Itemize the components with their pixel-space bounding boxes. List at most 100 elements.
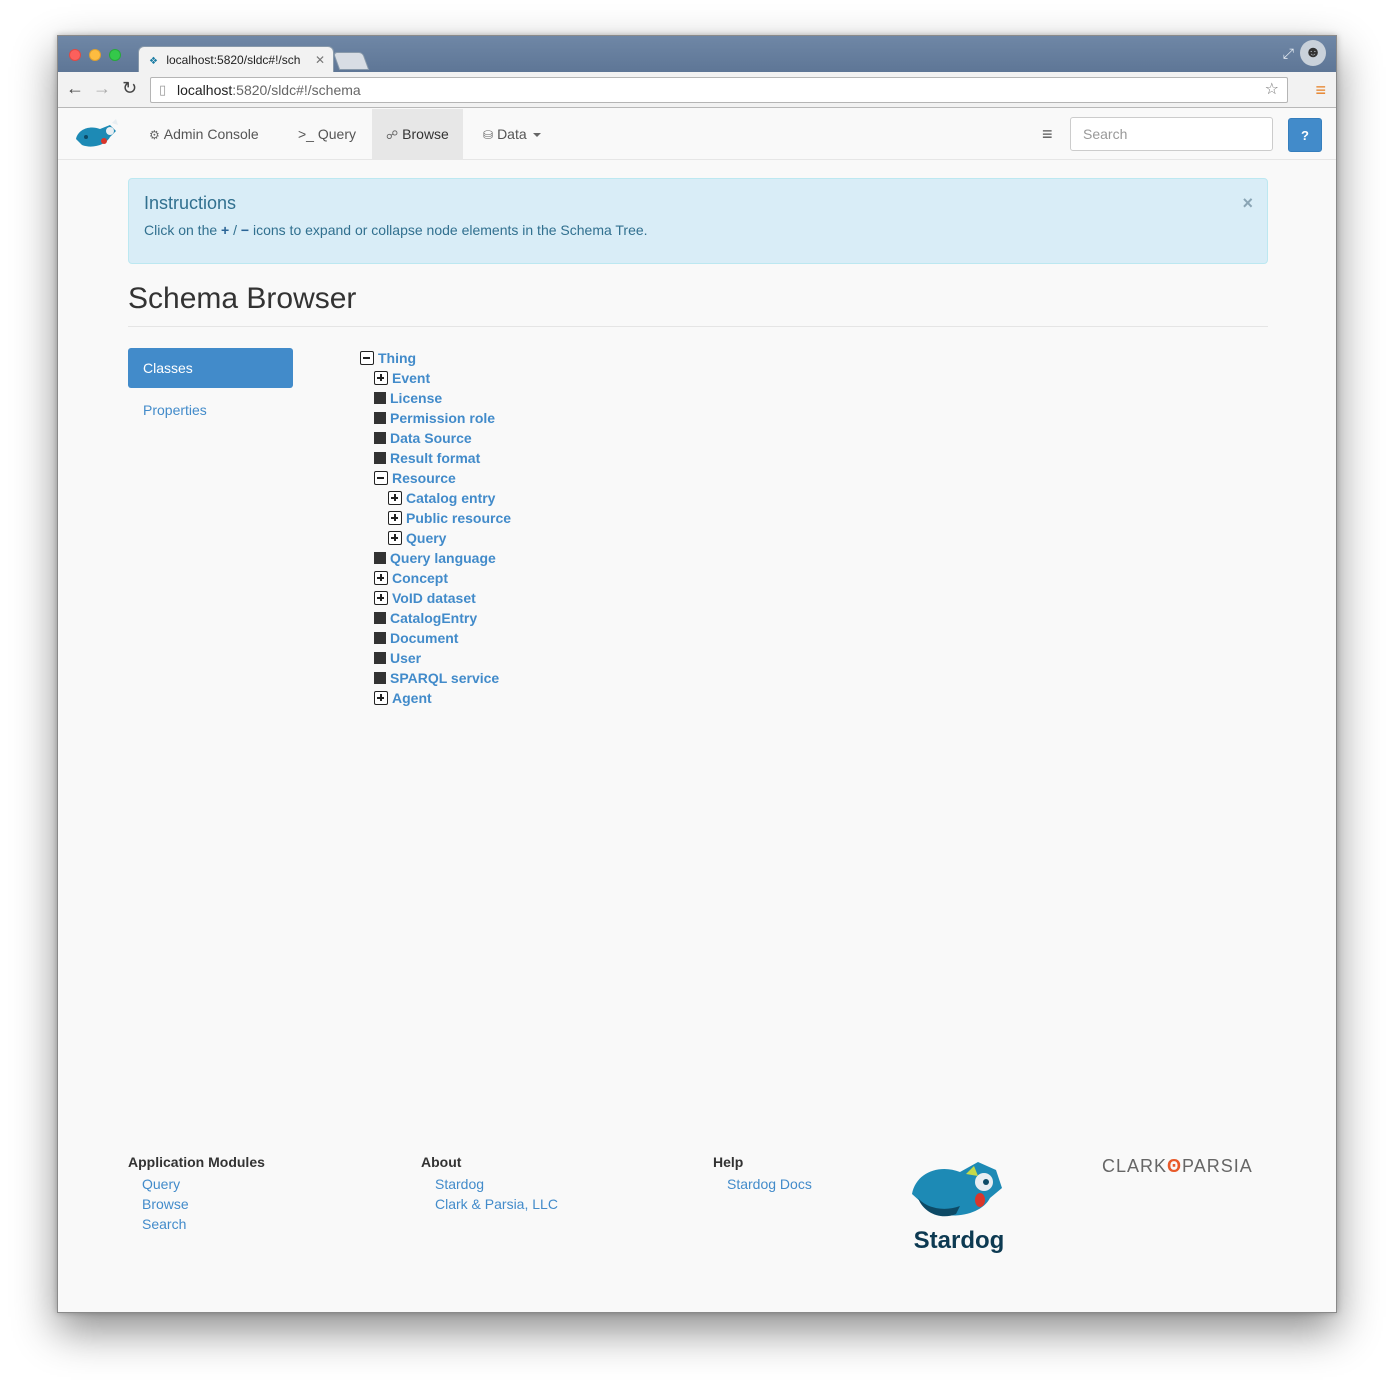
collapse-minus-icon[interactable] (374, 471, 388, 486)
tree-node: User (374, 648, 421, 668)
url-host: localhost (177, 82, 233, 98)
tree-node-label[interactable]: Catalog entry (406, 490, 495, 506)
footer-link-stardog-docs[interactable]: Stardog Docs (713, 1174, 812, 1194)
expand-plus-icon[interactable] (374, 371, 388, 386)
stardog-brand-logo[interactable] (72, 117, 120, 153)
minimize-window-button[interactable] (89, 49, 101, 61)
tree-node: Query (388, 528, 446, 548)
clark-text: CLARK (1102, 1156, 1168, 1176)
leaf-square-icon (374, 452, 386, 465)
collapse-minus-icon[interactable] (360, 351, 374, 366)
reload-icon[interactable]: ↻ (122, 78, 137, 99)
nav-admin-console[interactable]: ⚙ Admin Console (135, 109, 273, 160)
tree-node-label[interactable]: License (390, 390, 442, 406)
footer-link-query[interactable]: Query (128, 1174, 265, 1194)
tree-node-label[interactable]: Resource (392, 470, 456, 486)
tree-node-label[interactable]: Public resource (406, 510, 511, 526)
footer-link-search[interactable]: Search (128, 1214, 265, 1234)
tree-node: CatalogEntry (374, 608, 477, 628)
expand-plus-icon[interactable] (374, 571, 388, 586)
tree-node: Query language (374, 548, 496, 568)
parsia-text: PARSIA (1182, 1156, 1253, 1176)
tree-node: Document (374, 628, 458, 648)
tree-node-label[interactable]: VoID dataset (392, 590, 476, 606)
browser-tab[interactable]: ❖ localhost:5820/sldc#!/sch ✕ (138, 46, 334, 72)
fullscreen-icon[interactable]: ⤢ (1283, 45, 1294, 62)
page-icon: ▯ (159, 82, 167, 97)
tree-node: Data Source (374, 428, 472, 448)
tree-node-label[interactable]: Query language (390, 550, 496, 566)
tree-node-label[interactable]: Document (390, 630, 458, 646)
address-bar[interactable]: ▯ localhost:5820/sldc#!/schema ☆ (150, 77, 1288, 103)
stardog-favicon-icon: ❖ (149, 56, 158, 67)
footer-link-clark-parsia[interactable]: Clark & Parsia, LLC (421, 1194, 558, 1214)
tree-node-label[interactable]: SPARQL service (390, 670, 499, 686)
expand-plus-icon[interactable] (388, 511, 402, 526)
back-arrow-icon[interactable]: ← (66, 78, 84, 99)
footer-help-heading: Help (713, 1154, 744, 1170)
footer-modules-heading: Application Modules (128, 1154, 265, 1170)
nav-admin-console-label: Admin Console (163, 126, 259, 142)
tree-node-label[interactable]: Query (406, 530, 446, 546)
leaf-square-icon (374, 412, 386, 425)
nav-query[interactable]: >_ Query (284, 109, 370, 160)
zoom-window-button[interactable] (109, 49, 121, 61)
chevron-down-icon (532, 133, 541, 138)
leaf-square-icon (374, 612, 386, 625)
nav-browse[interactable]: ☍ Browse (372, 109, 463, 160)
nav-query-label: >_ Query (298, 126, 356, 142)
bookmark-star-icon[interactable]: ☆ (1265, 78, 1279, 102)
close-tab-icon[interactable]: ✕ (315, 47, 325, 72)
tree-node-label[interactable]: Permission role (390, 410, 495, 426)
new-tab-button[interactable] (332, 52, 370, 70)
cogs-icon: ⚙ (149, 128, 160, 142)
footer-link-stardog[interactable]: Stardog (421, 1174, 558, 1194)
tab-properties[interactable]: Properties (128, 390, 293, 430)
expand-plus-icon[interactable] (388, 531, 402, 546)
instructions-alert: Instructions Click on the + / − icons to… (128, 178, 1268, 264)
tree-node: License (374, 388, 442, 408)
nav-data-label: Data (497, 126, 527, 142)
tree-node-label[interactable]: Agent (392, 690, 432, 706)
tree-node-label[interactable]: Thing (378, 350, 416, 366)
footer-about-heading: About (421, 1154, 462, 1170)
alert-text-after: icons to expand or collapse node element… (249, 222, 648, 238)
browser-tab-bar: ❖ localhost:5820/sldc#!/sch ✕ ⤢ ☻ (58, 36, 1336, 72)
tree-node: Catalog entry (388, 488, 495, 508)
expand-plus-icon[interactable] (374, 591, 388, 606)
close-window-button[interactable] (69, 49, 81, 61)
leaf-square-icon (374, 632, 386, 645)
nav-browse-label: Browse (402, 126, 449, 142)
tree-node: SPARQL service (374, 668, 499, 688)
tree-node: Concept (374, 568, 448, 588)
search-input[interactable] (1070, 117, 1273, 151)
tree-node-label[interactable]: Concept (392, 570, 448, 586)
tree-node-label[interactable]: Event (392, 370, 430, 386)
tree-node: Public resource (388, 508, 511, 528)
tree-node: VoID dataset (374, 588, 476, 608)
footer-modules: Application Modules Query Browse Search (128, 1154, 265, 1234)
expand-plus-icon[interactable] (374, 691, 388, 706)
footer-link-browse[interactable]: Browse (128, 1194, 265, 1214)
forward-arrow-icon[interactable]: → (93, 78, 111, 99)
clark-parsia-logo: CLARKʘPARSIA (1102, 1156, 1253, 1177)
incognito-icon: ☻ (1300, 40, 1326, 66)
tree-node-label[interactable]: Result format (390, 450, 480, 466)
stardog-logo-text: Stardog (914, 1227, 1005, 1254)
leaf-square-icon (374, 652, 386, 665)
browser-menu-icon[interactable]: ≡ (1315, 80, 1326, 101)
tree-node: Permission role (374, 408, 495, 428)
alert-close-button[interactable]: × (1242, 193, 1253, 214)
leaf-square-icon (374, 392, 386, 405)
tree-node-label[interactable]: Data Source (390, 430, 472, 446)
help-button[interactable]: ? (1288, 118, 1322, 152)
tree-node-label[interactable]: User (390, 650, 421, 666)
header-divider (128, 326, 1268, 327)
nav-data-dropdown[interactable]: ⛁ Data (469, 109, 555, 160)
tree-node: Result format (374, 448, 480, 468)
tree-node: Thing (360, 348, 416, 368)
tree-node-label[interactable]: CatalogEntry (390, 610, 477, 626)
tab-classes[interactable]: Classes (128, 348, 293, 388)
list-menu-icon[interactable]: ≡ (1042, 124, 1053, 145)
expand-plus-icon[interactable] (388, 491, 402, 506)
